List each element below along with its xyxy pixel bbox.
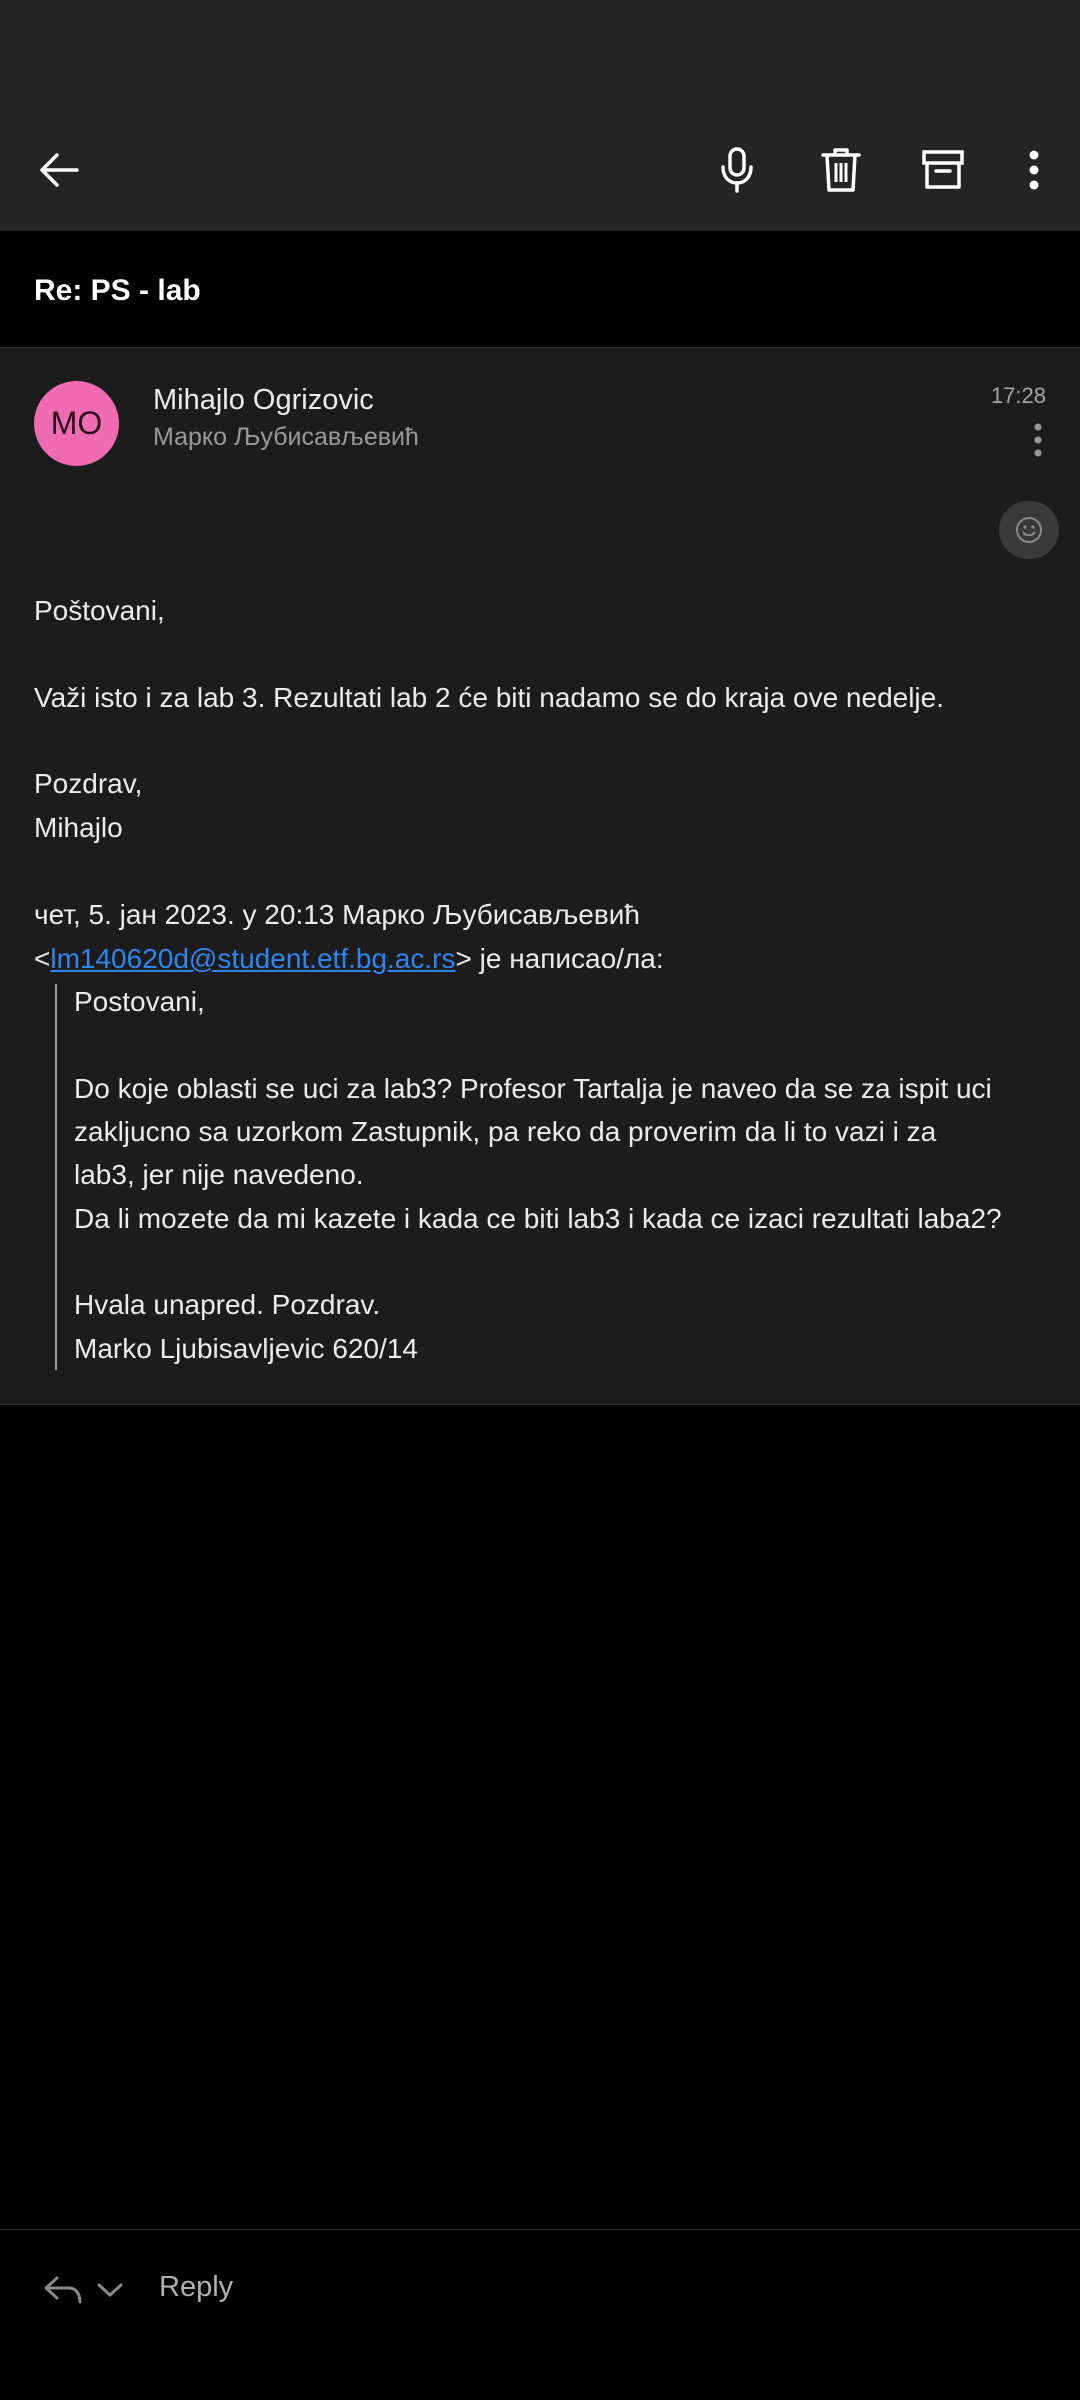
reply-icon (44, 2276, 82, 2304)
add-reaction-button[interactable] (999, 501, 1059, 559)
message-more-button[interactable] (1024, 420, 1052, 460)
quoted-line: Do koje oblasti se uci za lab3? Profesor… (74, 1073, 992, 1104)
quote-header-line: чет, 5. јан 2023. у 20:13 Марко Љубисављ… (34, 899, 640, 930)
archive-button[interactable] (914, 141, 972, 199)
reply-options-button[interactable] (94, 2276, 126, 2304)
quoted-line: lab3, jer nije navedeno. (74, 1159, 364, 1190)
quoted-line: zakljucno sa uzorkom Zastupnik, pa reko … (74, 1116, 937, 1147)
body-line: Važi isto i za lab 3. Rezultati lab 2 će… (34, 682, 944, 713)
reply-icon-button[interactable] (40, 2270, 86, 2310)
sender-name[interactable]: Mihajlo Ogrizovic (153, 384, 374, 417)
arrow-left-icon (40, 153, 79, 187)
reply-button[interactable]: Reply (159, 2271, 233, 2304)
avatar-initials: MO (50, 405, 103, 441)
sender-email-link[interactable]: lm140620d@student.etf.bg.ac.rs (50, 943, 455, 974)
more-options-button[interactable] (1018, 141, 1050, 199)
smiley-icon (1016, 517, 1042, 543)
archive-icon (922, 150, 964, 189)
trash-icon (821, 148, 861, 192)
back-button[interactable] (30, 141, 88, 199)
avatar[interactable]: MO (34, 381, 119, 466)
chevron-down-icon (97, 2283, 123, 2297)
microphone-icon (721, 147, 753, 193)
email-subject: Re: PS - lab (34, 274, 201, 307)
delete-button[interactable] (812, 141, 870, 199)
body-greeting: Poštovani, (34, 595, 165, 626)
more-vertical-icon (1029, 150, 1039, 190)
quoted-greeting: Postovani, (74, 986, 205, 1017)
body-signature: Mihajlo (34, 812, 123, 843)
voice-button[interactable] (710, 141, 764, 199)
quote-open-bracket: < (34, 943, 51, 974)
quoted-thanks: Hvala unapred. Pozdrav. (74, 1289, 381, 1320)
quote-header-email-line: <lm140620d@student.etf.bg.ac.rs> је напи… (34, 937, 664, 980)
body-closing: Pozdrav, (34, 768, 143, 799)
quoted-line: Da li mozete da mi kazete i kada ce biti… (74, 1203, 1002, 1234)
more-vertical-icon (1034, 423, 1042, 457)
recipient-name[interactable]: Марко Љубисављевић (153, 423, 419, 452)
message-time: 17:28 (990, 383, 1046, 408)
quote-header-suffix: > је написао/ла: (455, 943, 664, 974)
bottom-divider (0, 2229, 1080, 2230)
quoted-signature: Marko Ljubisavljevic 620/14 (74, 1333, 418, 1364)
quote-bar (55, 984, 57, 1370)
message-card (0, 348, 1080, 1405)
